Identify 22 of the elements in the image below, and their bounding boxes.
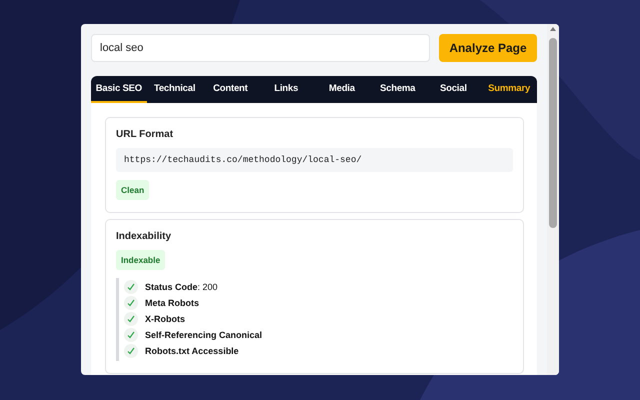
check-text: X-Robots	[145, 314, 185, 324]
check-text: Status Code: 200	[145, 282, 218, 292]
tab[interactable]: Schema	[370, 76, 426, 103]
search-field[interactable]: local seo	[91, 34, 430, 62]
check-text: Robots.txt Accessible	[145, 346, 239, 356]
tab[interactable]: Links	[258, 76, 314, 103]
tab[interactable]: Summary	[481, 76, 537, 103]
tab[interactable]: Social	[426, 76, 482, 103]
url-text: https://techaudits.co/methodology/local-seo/	[116, 148, 513, 172]
analyze-button[interactable]: Analyze Page	[439, 34, 537, 62]
tab[interactable]: Content	[202, 76, 258, 103]
section-title: URL Format	[116, 129, 174, 140]
scrollbar[interactable]	[547, 24, 559, 375]
check-text: Meta Robots	[145, 298, 199, 308]
status-tag: Indexable	[116, 250, 166, 270]
check-text: Self-Referencing Canonical	[145, 330, 262, 340]
tab[interactable]: Technical	[146, 76, 202, 103]
status-tag: Clean	[116, 180, 150, 200]
scroll-up-icon[interactable]	[550, 27, 556, 31]
tab[interactable]: Media	[314, 76, 370, 103]
section-title: Indexability	[116, 231, 172, 242]
scrollbar-thumb[interactable]	[549, 38, 557, 228]
